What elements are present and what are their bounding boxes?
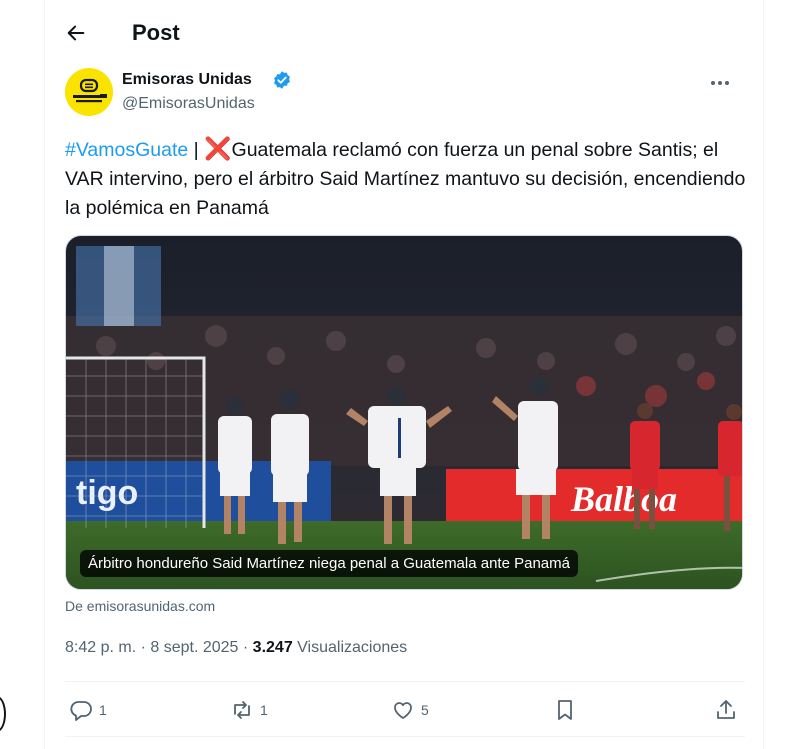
repost-icon [234, 701, 250, 719]
post-text: #VamosGuate | ❌Guatemala reclamó con fue… [65, 134, 755, 223]
reply-button[interactable]: 1 [69, 686, 107, 734]
post-date[interactable]: 8 sept. 2025 [150, 639, 238, 656]
handle[interactable]: @EmisorasUnidas [122, 94, 255, 114]
reply-icon [70, 701, 92, 721]
divider-top [65, 681, 745, 682]
banner-left-text: tigo [76, 474, 138, 512]
like-button[interactable]: 5 [391, 686, 429, 734]
repost-count: 1 [260, 702, 268, 718]
like-count: 5 [421, 702, 429, 718]
author-row: Emisoras Unidas @EmisorasUnidas [65, 66, 745, 122]
more-icon [711, 81, 729, 85]
reply-count: 1 [99, 702, 107, 718]
more-button[interactable] [703, 68, 737, 98]
share-icon [717, 700, 735, 719]
post-column: Post Emisoras Unidas @EmisorasUnidas #Va… [44, 0, 764, 749]
hashtag-link[interactable]: #VamosGuate [65, 139, 188, 161]
bookmark-icon [558, 700, 572, 720]
divider-bottom [65, 736, 745, 737]
edge-glyph [0, 696, 6, 732]
like-icon [394, 702, 412, 719]
action-bar: 1 1 5 [65, 686, 745, 734]
cross-mark-icon: ❌ [204, 136, 232, 161]
post-meta: 8:42 p. m. · 8 sept. 2025 · 3.247 Visual… [65, 638, 407, 658]
page-title: Post [132, 20, 180, 45]
media-caption: Árbitro hondureño Said Martínez niega pe… [80, 550, 578, 577]
avatar-logo [65, 68, 113, 116]
banner-right-text: Balboa [570, 479, 677, 519]
post-time[interactable]: 8:42 p. m. [65, 639, 136, 656]
meta-dot-1: · [136, 639, 151, 656]
football-photo: tigo Balboa [66, 236, 742, 589]
views-label: Visualizaciones [292, 639, 408, 656]
back-button[interactable] [57, 14, 95, 52]
bookmark-button[interactable] [553, 686, 577, 734]
back-arrow-icon [67, 25, 85, 41]
display-name[interactable]: Emisoras Unidas [122, 70, 252, 90]
repost-button[interactable]: 1 [230, 686, 268, 734]
avatar[interactable] [65, 68, 113, 116]
post-image[interactable]: tigo Balboa Árbitro hondureño Said Martí… [65, 235, 743, 590]
top-bar: Post [45, 0, 763, 66]
share-button[interactable] [714, 686, 738, 734]
post-separator: | [188, 139, 205, 161]
meta-dot-2: · [238, 639, 253, 656]
link-source[interactable]: De emisorasunidas.com [65, 597, 215, 615]
verified-badge-icon [274, 71, 290, 89]
views-count: 3.247 [252, 639, 293, 656]
